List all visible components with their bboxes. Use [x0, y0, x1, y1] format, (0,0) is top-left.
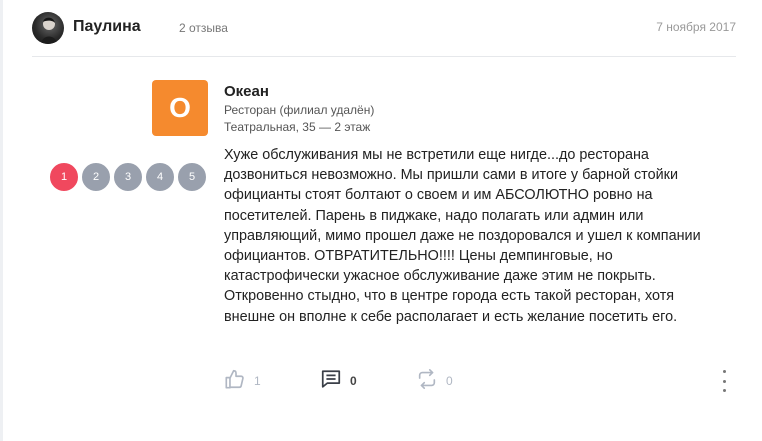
review-date: 7 ноября 2017 [656, 20, 736, 34]
rating-label: 3 [124, 171, 132, 183]
review-actions: 1 0 0 [224, 367, 734, 395]
more-vertical-icon[interactable] [720, 370, 728, 392]
comment-icon [320, 368, 342, 395]
repost-icon [416, 368, 438, 395]
rating-label: 4 [156, 171, 164, 183]
repost-button[interactable]: 0 [416, 367, 453, 395]
review-text: Хуже обслуживания мы не встретили еще ни… [224, 147, 701, 325]
rating-dot-4: 4 [144, 161, 176, 193]
page-edge [0, 0, 3, 441]
thumbs-up-icon [224, 368, 246, 395]
more-dot [722, 389, 726, 392]
more-dot [722, 370, 726, 373]
author-review-count[interactable]: 2 отзыва [179, 21, 228, 35]
rating-dot-2: 2 [80, 161, 112, 193]
divider [32, 56, 736, 57]
place-name[interactable]: Океан [224, 83, 269, 100]
rating-dot-5: 5 [176, 161, 208, 193]
rating-dot-1: 1 [48, 161, 80, 193]
more-dot [722, 379, 726, 383]
rating-label: 5 [188, 171, 196, 183]
place-address: Театральная, 35 — 2 этаж [224, 120, 371, 134]
like-count: 1 [254, 374, 261, 388]
comment-count: 0 [350, 374, 357, 388]
avatar[interactable] [32, 12, 64, 44]
place-logo[interactable]: О [152, 80, 208, 136]
rating-dot-3: 3 [112, 161, 144, 193]
comment-button[interactable]: 0 [320, 367, 357, 395]
place-logo-letter: О [169, 92, 191, 123]
repost-count: 0 [446, 374, 453, 388]
author-name[interactable]: Паулина [73, 18, 141, 36]
rating-label: 2 [92, 171, 100, 183]
place-type: Ресторан (филиал удалён) [224, 103, 375, 117]
review-header: Паулина 2 отзыва 7 ноября 2017 [32, 12, 736, 44]
rating-label: 1 [60, 171, 68, 183]
like-button[interactable]: 1 [224, 367, 261, 395]
